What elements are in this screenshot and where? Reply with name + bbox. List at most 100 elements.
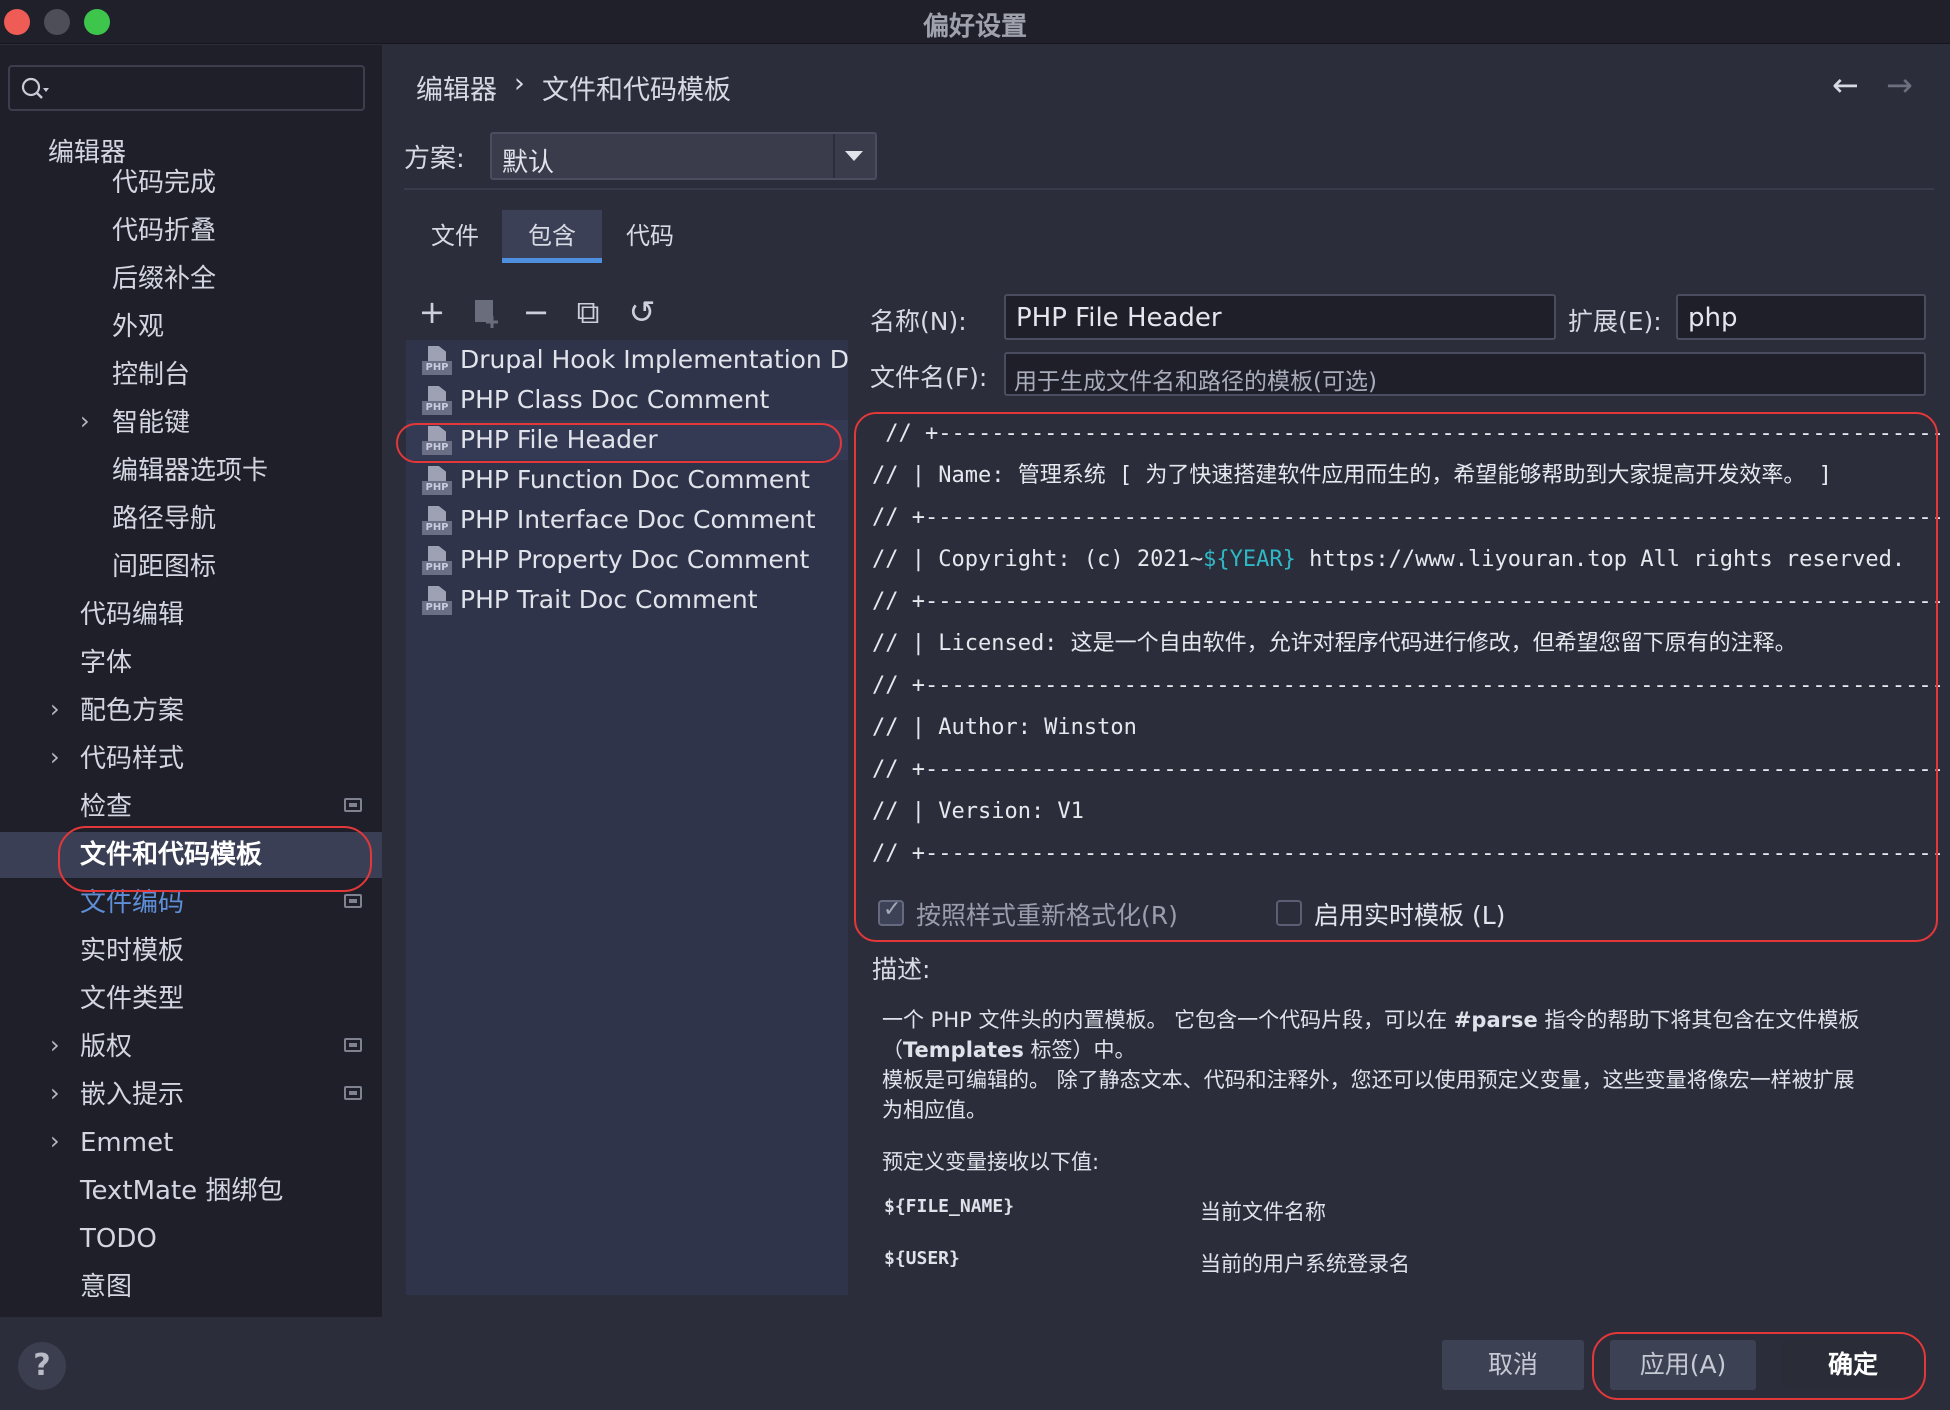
project-scope-icon bbox=[344, 798, 362, 812]
sidebar-item-textmate-bundles[interactable]: TextMate 捆绑包 bbox=[80, 1168, 283, 1214]
chevron-right-icon[interactable]: › bbox=[80, 407, 90, 435]
variable-description: 当前的用户系统登录名 bbox=[1200, 1252, 1410, 1276]
title-bar: 偏好设置 bbox=[0, 0, 1950, 44]
add-template-icon[interactable]: + bbox=[412, 292, 452, 332]
settings-search-input[interactable] bbox=[8, 65, 365, 111]
scheme-dropdown[interactable]: 默认 bbox=[490, 132, 877, 180]
dropdown-divider bbox=[833, 134, 835, 178]
list-item-template[interactable]: PHP PHP Trait Doc Comment bbox=[406, 580, 848, 620]
sidebar-item-file-encodings[interactable]: 文件编码 bbox=[80, 880, 184, 926]
tab-includes[interactable]: 包含 bbox=[502, 210, 602, 262]
sidebar-item-intentions[interactable]: 意图 bbox=[80, 1264, 132, 1310]
remove-template-icon[interactable]: − bbox=[516, 292, 556, 332]
ok-button[interactable]: 确定 bbox=[1782, 1340, 1924, 1390]
help-button[interactable]: ? bbox=[18, 1342, 66, 1390]
tab-code[interactable]: 代码 bbox=[622, 210, 678, 262]
file-name-label: 文件名(F): bbox=[870, 363, 988, 392]
sidebar-item-code-editing[interactable]: 代码编辑 bbox=[80, 592, 184, 638]
reset-template-icon[interactable]: ↺ bbox=[622, 292, 662, 332]
description-title: 描述: bbox=[872, 955, 931, 984]
variable-name: ${USER} bbox=[884, 1248, 960, 1269]
reformat-checkbox[interactable] bbox=[878, 897, 904, 926]
sidebar-item-smart-keys[interactable]: 智能键 bbox=[112, 400, 190, 446]
sidebar-item-appearance[interactable]: 外观 bbox=[112, 304, 164, 350]
code-line: // +------------------------------------… bbox=[872, 589, 1940, 614]
list-item-template[interactable]: PHP Drupal Hook Implementation Doc Comme… bbox=[406, 340, 848, 380]
live-template-checkbox[interactable] bbox=[1276, 900, 1302, 926]
list-item-template[interactable]: PHP PHP Function Doc Comment bbox=[406, 460, 848, 500]
name-label: 名称(N): bbox=[870, 307, 967, 336]
sidebar-item-font[interactable]: 字体 bbox=[80, 640, 132, 686]
sidebar-item-code-folding[interactable]: 代码折叠 bbox=[112, 208, 216, 254]
php-file-icon: PHP bbox=[422, 386, 452, 416]
list-item-template[interactable]: PHP PHP Class Doc Comment bbox=[406, 380, 848, 420]
code-line: // +------------------------------------… bbox=[872, 841, 1940, 866]
list-item-template[interactable]: PHP PHP Property Doc Comment bbox=[406, 540, 848, 580]
divider bbox=[404, 188, 1934, 190]
copy-template-icon[interactable]: ⧉ bbox=[568, 292, 608, 332]
code-line: // +------------------------------------… bbox=[872, 421, 1940, 446]
project-scope-icon bbox=[344, 1038, 362, 1052]
sidebar-item-emmet[interactable]: Emmet bbox=[80, 1120, 173, 1166]
sidebar-item-console[interactable]: 控制台 bbox=[112, 352, 190, 398]
settings-sidebar: 编辑器 代码完成 代码折叠 后缀补全 外观 控制台 › 智能键 编辑器选项卡 路… bbox=[0, 45, 382, 1317]
tab-files[interactable]: 文件 bbox=[424, 210, 486, 262]
template-name-value: PHP File Header bbox=[1016, 303, 1222, 333]
file-name-field[interactable]: 用于生成文件名和路径的模板(可选) bbox=[1004, 352, 1926, 396]
chevron-right-icon[interactable]: › bbox=[50, 695, 60, 723]
description-paragraph: 为相应值。 bbox=[882, 1098, 987, 1122]
template-name: PHP Property Doc Comment bbox=[460, 545, 810, 574]
template-name: PHP Interface Doc Comment bbox=[460, 505, 816, 534]
chevron-right-icon[interactable]: › bbox=[50, 743, 60, 771]
sidebar-item-color-scheme[interactable]: 配色方案 bbox=[80, 688, 184, 734]
sidebar-item-gutter-icons[interactable]: 间距图标 bbox=[112, 544, 216, 590]
window-title: 偏好设置 bbox=[922, 12, 1027, 42]
project-scope-icon bbox=[344, 894, 362, 908]
forward-arrow-icon[interactable]: → bbox=[1886, 66, 1913, 104]
extension-field[interactable]: php bbox=[1676, 294, 1926, 340]
extension-value: php bbox=[1688, 303, 1738, 333]
php-file-icon: PHP bbox=[422, 426, 452, 456]
template-code-editor[interactable]: // +------------------------------------… bbox=[862, 418, 1940, 866]
variable-name: ${FILE_NAME} bbox=[884, 1196, 1015, 1217]
apply-button[interactable]: 应用(A) bbox=[1610, 1340, 1756, 1390]
reformat-label[interactable]: 按照样式重新格式化(R) bbox=[916, 896, 1178, 932]
chevron-right-icon[interactable]: › bbox=[50, 1127, 60, 1155]
chevron-right-icon[interactable]: › bbox=[50, 1079, 60, 1107]
description-paragraph: 预定义变量接收以下值: bbox=[882, 1150, 1100, 1174]
template-name-field[interactable]: PHP File Header bbox=[1004, 294, 1556, 340]
add-child-template-icon[interactable] bbox=[466, 292, 506, 332]
list-item-template-selected[interactable]: PHP PHP File Header bbox=[406, 420, 848, 460]
code-line: // +------------------------------------… bbox=[872, 757, 1940, 782]
sidebar-item-inlay-hints[interactable]: 嵌入提示 bbox=[80, 1072, 184, 1118]
breadcrumb-current: 文件和代码模板 bbox=[542, 75, 731, 106]
php-file-icon: PHP bbox=[422, 466, 452, 496]
list-item-template[interactable]: PHP PHP Interface Doc Comment bbox=[406, 500, 848, 540]
sidebar-item-inspections[interactable]: 检查 bbox=[80, 784, 132, 830]
project-scope-icon bbox=[344, 1086, 362, 1100]
sidebar-item-file-types[interactable]: 文件类型 bbox=[80, 976, 184, 1022]
sidebar-item-live-templates[interactable]: 实时模板 bbox=[80, 928, 184, 974]
sidebar-item-postfix-completion[interactable]: 后缀补全 bbox=[112, 256, 216, 302]
template-name: PHP File Header bbox=[460, 425, 658, 454]
sidebar-item-editor-tabs[interactable]: 编辑器选项卡 bbox=[112, 448, 268, 494]
sidebar-item-copyright[interactable]: 版权 bbox=[80, 1024, 132, 1070]
back-arrow-icon[interactable]: ← bbox=[1832, 66, 1859, 104]
sidebar-item-breadcrumbs[interactable]: 路径导航 bbox=[112, 496, 216, 542]
breadcrumb-parent[interactable]: 编辑器 bbox=[416, 68, 497, 107]
template-name: PHP Function Doc Comment bbox=[460, 465, 810, 494]
description-paragraph: 一个 PHP 文件头的内置模板。 它包含一个代码片段，可以在 #parse 指令… bbox=[882, 1008, 1860, 1032]
sidebar-item-file-templates[interactable]: 文件和代码模板 bbox=[0, 832, 382, 878]
sidebar-item-todo[interactable]: TODO bbox=[80, 1216, 157, 1262]
template-name: Drupal Hook Implementation Doc Comment bbox=[460, 345, 848, 374]
sidebar-item-code-style[interactable]: 代码样式 bbox=[80, 736, 184, 782]
cancel-button[interactable]: 取消 bbox=[1442, 1340, 1584, 1390]
description-paragraph: （Templates 标签）中。 bbox=[882, 1038, 1136, 1062]
file-name-placeholder: 用于生成文件名和路径的模板(可选) bbox=[1014, 369, 1377, 395]
sidebar-item-code-completion[interactable]: 代码完成 bbox=[112, 160, 216, 206]
php-file-icon: PHP bbox=[422, 346, 452, 376]
live-template-label[interactable]: 启用实时模板 (L) bbox=[1314, 896, 1505, 932]
chevron-right-icon[interactable]: › bbox=[50, 1031, 60, 1059]
php-file-icon: PHP bbox=[422, 546, 452, 576]
active-tab-indicator bbox=[502, 258, 602, 263]
